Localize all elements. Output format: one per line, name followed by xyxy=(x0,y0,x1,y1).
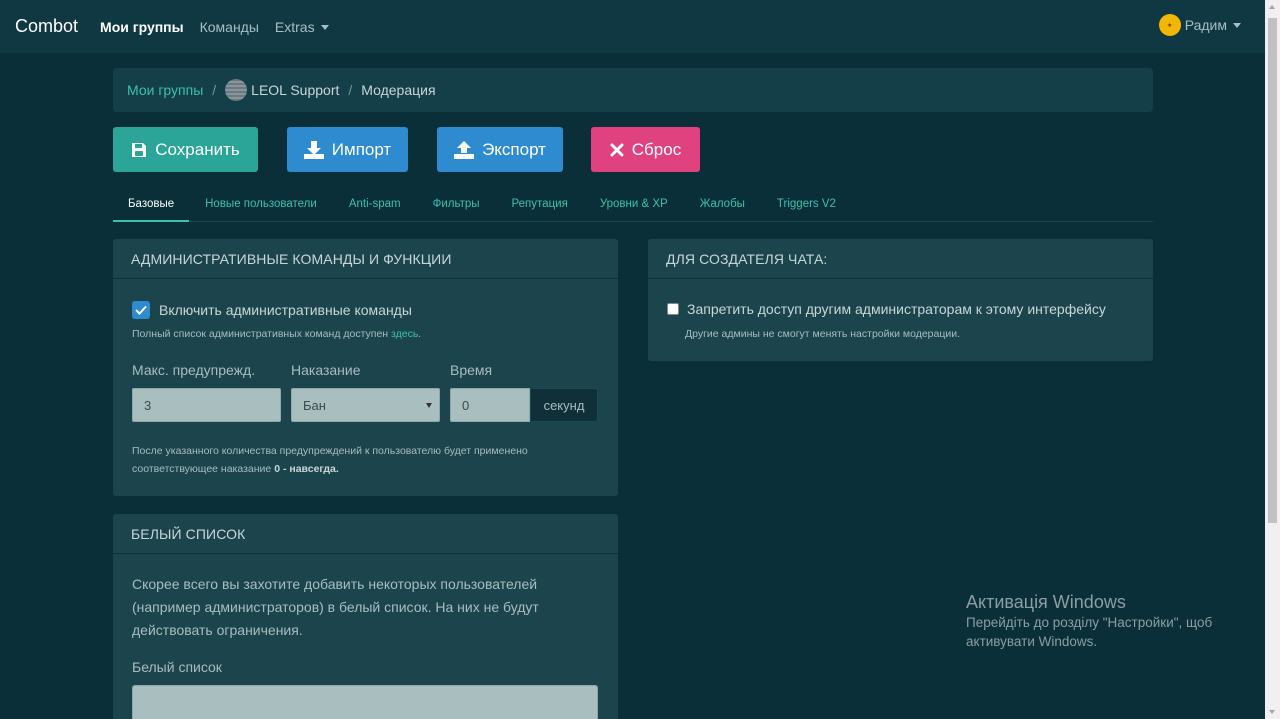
tab-new-users[interactable]: Новые пользователи xyxy=(189,190,333,222)
time-label: Время xyxy=(450,362,493,378)
page-scrollbar[interactable] xyxy=(1265,0,1280,719)
upload-icon xyxy=(454,140,475,159)
punishment-label: Наказание xyxy=(291,362,361,378)
export-button-label: Экспорт xyxy=(482,139,546,159)
scroll-thumb[interactable] xyxy=(1268,18,1277,523)
commands-list-note: Полный список административных команд до… xyxy=(132,328,421,340)
enable-admin-commands-checkbox[interactable] xyxy=(132,301,150,319)
panel-title: АДМИНИСТРАТИВНЫЕ КОМАНДЫ И ФУНКЦИИ xyxy=(113,239,618,279)
chevron-down-icon xyxy=(1233,22,1241,28)
user-name: Радим xyxy=(1184,17,1227,33)
windows-activation-line1: Перейдіть до розділу "Настройки", щоб xyxy=(966,615,1213,630)
save-button-label: Сохранить xyxy=(155,139,240,159)
warnings-help-bold: 0 - навсегда. xyxy=(274,463,339,475)
download-icon xyxy=(303,140,324,159)
breadcrumb-separator: / xyxy=(212,82,217,98)
restrict-admins-checkbox[interactable] xyxy=(667,303,679,315)
whitelist-description: Скорее всего вы захотите добавить некото… xyxy=(132,576,539,638)
note-suffix: . xyxy=(418,328,422,340)
max-warnings-input[interactable]: 3 xyxy=(132,388,281,422)
brand-logo[interactable]: Combot xyxy=(15,16,78,37)
close-icon xyxy=(610,143,624,157)
group-avatar xyxy=(225,79,248,101)
reset-button-label: Сброс xyxy=(631,139,682,159)
panel-title: БЕЛЫЙ СПИСОК xyxy=(113,514,618,554)
warnings-help-text: После указанного количества предупрежден… xyxy=(132,442,592,478)
top-navbar: Combot Мои группы Команды Extras ★ Радим xyxy=(0,0,1265,53)
export-button[interactable]: Экспорт xyxy=(437,127,563,172)
nav-extras-dropdown[interactable]: Extras xyxy=(275,19,329,35)
enable-admin-commands-row[interactable]: Включить административные команды xyxy=(132,301,412,319)
chevron-down-icon xyxy=(426,403,432,408)
user-menu[interactable]: ★ Радим xyxy=(1158,14,1241,36)
chevron-down-icon xyxy=(320,25,329,31)
breadcrumb-my-groups[interactable]: Мои группы xyxy=(127,82,203,98)
checkmark-icon xyxy=(135,305,147,315)
scroll-down-icon[interactable] xyxy=(1269,710,1275,714)
nav-extras-label: Extras xyxy=(274,18,315,35)
punishment-select-value: Бан xyxy=(303,397,326,413)
breadcrumb: Мои группы / LEOL Support / Модерация xyxy=(113,68,1153,112)
settings-tabs: Базовые Новые пользователи Anti-spam Фил… xyxy=(113,190,1153,222)
chat-creator-panel: ДЛЯ СОЗДАТЕЛЯ ЧАТА: Запретить доступ дру… xyxy=(648,239,1153,361)
windows-activation-line2: активувати Windows. xyxy=(966,634,1098,649)
max-warnings-label: Макс. предупрежд. xyxy=(132,362,256,378)
whitelist-panel: БЕЛЫЙ СПИСОК Скорее всего вы захотите до… xyxy=(113,514,618,719)
avatar: ★ xyxy=(1158,14,1181,36)
enable-admin-commands-label: Включить административные команды xyxy=(159,302,412,318)
scroll-up-icon[interactable] xyxy=(1269,5,1275,9)
commands-list-link[interactable]: здесь xyxy=(391,328,418,340)
time-unit-addon: секунд xyxy=(530,388,598,422)
tab-triggers-v2[interactable]: Triggers V2 xyxy=(761,190,852,222)
admin-commands-panel: АДМИНИСТРАТИВНЫЕ КОМАНДЫ И ФУНКЦИИ Включ… xyxy=(113,239,618,496)
tab-reports[interactable]: Жалобы xyxy=(684,190,761,222)
save-button[interactable]: Сохранить xyxy=(113,127,258,172)
tab-anti-spam[interactable]: Anti-spam xyxy=(333,190,417,222)
whitelist-textarea[interactable] xyxy=(132,685,598,719)
tab-reputation[interactable]: Репутация xyxy=(496,190,584,222)
tab-filters[interactable]: Фильтры xyxy=(417,190,496,222)
time-input[interactable]: 0 xyxy=(450,388,530,422)
panel-title: ДЛЯ СОЗДАТЕЛЯ ЧАТА: xyxy=(648,239,1153,279)
restrict-admins-note: Другие админы не смогут менять настройки… xyxy=(685,328,961,340)
note-text: Полный список административных команд до… xyxy=(132,328,392,340)
windows-activation-title: Активація Windows xyxy=(966,592,1126,612)
restrict-admins-label: Запретить доступ другим администраторам … xyxy=(687,301,1106,317)
breadcrumb-group[interactable]: LEOL Support xyxy=(251,82,339,98)
tab-levels-xp[interactable]: Уровни & XP xyxy=(584,190,684,222)
breadcrumb-current: Модерация xyxy=(361,82,436,98)
reset-button[interactable]: Сброс xyxy=(591,127,700,172)
whitelist-field-label: Белый список xyxy=(132,659,222,675)
tab-basic[interactable]: Базовые xyxy=(113,190,190,222)
import-button-label: Импорт xyxy=(331,139,392,159)
nav-commands[interactable]: Команды xyxy=(200,19,259,35)
nav-my-groups[interactable]: Мои группы xyxy=(100,19,184,35)
import-button[interactable]: Импорт xyxy=(287,127,408,172)
breadcrumb-separator: / xyxy=(348,82,353,98)
restrict-admins-row[interactable]: Запретить доступ другим администраторам … xyxy=(667,301,1106,317)
floppy-disk-icon xyxy=(131,142,147,158)
punishment-select[interactable]: Бан xyxy=(291,388,440,422)
